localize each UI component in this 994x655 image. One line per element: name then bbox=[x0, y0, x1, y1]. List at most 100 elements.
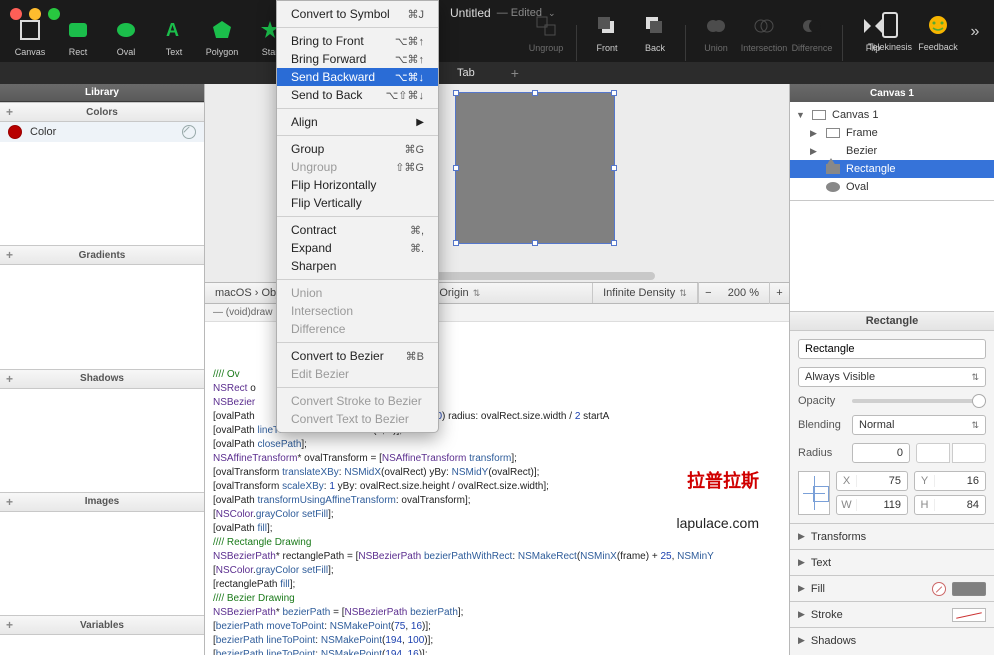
section-text[interactable]: ▶Text bbox=[790, 549, 994, 575]
tree-row-canvas[interactable]: ▼Canvas 1 bbox=[790, 106, 994, 124]
section-fill[interactable]: ▶Fill bbox=[790, 575, 994, 601]
inspector-header: Rectangle bbox=[790, 311, 994, 331]
no-fill-icon[interactable] bbox=[932, 582, 946, 596]
section-gradients[interactable]: +Gradients bbox=[0, 245, 204, 265]
density-selector[interactable]: Infinite Density⇅ bbox=[593, 283, 698, 303]
section-shadows[interactable]: +Shadows bbox=[0, 369, 204, 389]
watermark: 拉普拉斯 lapulace.com bbox=[677, 446, 760, 558]
radius-row: Radius 0 bbox=[798, 443, 986, 463]
tree-row-bezier[interactable]: ▶Bezier bbox=[790, 142, 994, 160]
tool-text[interactable]: A Text bbox=[152, 17, 196, 57]
menu-item[interactable]: Convert to Bezier⌘B bbox=[277, 347, 438, 365]
toolbar-overflow[interactable]: » bbox=[964, 19, 986, 45]
resize-handle[interactable] bbox=[453, 240, 459, 246]
tool-feedback[interactable]: Feedback bbox=[916, 12, 960, 52]
menu-item[interactable]: Sharpen bbox=[277, 257, 438, 275]
zoom-in-button[interactable]: + bbox=[769, 282, 789, 304]
inspector-panel: Canvas 1 ▼Canvas 1 ▶Frame ▶Bezier Rectan… bbox=[789, 84, 994, 655]
tool-rect[interactable]: Rect bbox=[56, 17, 100, 57]
tool-telekinesis[interactable]: Telekinesis bbox=[868, 12, 912, 52]
tool-oval[interactable]: Oval bbox=[104, 17, 148, 57]
zoom-value[interactable]: 200 % bbox=[718, 287, 769, 299]
menu-item: Convert Text to Bezier bbox=[277, 410, 438, 428]
menu-item[interactable]: Send Backward⌥⌘↓ bbox=[277, 68, 438, 86]
add-tab-button[interactable]: + bbox=[493, 62, 537, 84]
menu-item[interactable]: Bring to Front⌥⌘↑ bbox=[277, 32, 438, 50]
intersection-icon bbox=[751, 13, 777, 39]
phone-icon bbox=[877, 12, 903, 38]
corner-btn[interactable] bbox=[952, 443, 986, 463]
menu-item: Edit Bezier bbox=[277, 365, 438, 383]
tab[interactable]: Tab bbox=[439, 62, 493, 84]
menu-item[interactable]: Group⌘G bbox=[277, 140, 438, 158]
tool-difference: Difference bbox=[790, 13, 834, 61]
minimize-button[interactable] bbox=[29, 8, 41, 20]
resize-handle[interactable] bbox=[453, 90, 459, 96]
tool-union: Union bbox=[694, 13, 738, 61]
tree-row-rectangle[interactable]: Rectangle bbox=[790, 160, 994, 178]
selected-rectangle[interactable] bbox=[455, 92, 615, 244]
section-variables[interactable]: +Variables bbox=[0, 615, 204, 635]
resize-handle[interactable] bbox=[611, 90, 617, 96]
tool-front[interactable]: Front bbox=[585, 13, 629, 61]
opacity-row: Opacity bbox=[798, 395, 986, 407]
menu-item[interactable]: Align▶ bbox=[277, 113, 438, 131]
menu-item: Ungroup⇧⌘G bbox=[277, 158, 438, 176]
horizontal-scrollbar[interactable] bbox=[415, 272, 655, 280]
x-input[interactable]: X75 bbox=[836, 471, 908, 491]
fill-swatch[interactable] bbox=[952, 582, 986, 596]
corner-btn[interactable] bbox=[916, 443, 950, 463]
anchor-widget[interactable] bbox=[798, 471, 830, 515]
target-icon[interactable] bbox=[182, 125, 196, 139]
oval-icon bbox=[113, 17, 139, 43]
y-input[interactable]: Y16 bbox=[914, 471, 986, 491]
difference-icon bbox=[799, 13, 825, 39]
menu-item[interactable]: Expand⌘. bbox=[277, 239, 438, 257]
opacity-slider[interactable] bbox=[852, 399, 986, 403]
menu-item[interactable]: Flip Horizontally bbox=[277, 176, 438, 194]
svg-text:A: A bbox=[166, 20, 179, 40]
resize-handle[interactable] bbox=[532, 90, 538, 96]
section-stroke[interactable]: ▶Stroke bbox=[790, 601, 994, 627]
tree-row-frame[interactable]: ▶Frame bbox=[790, 124, 994, 142]
tool-polygon[interactable]: Polygon bbox=[200, 17, 244, 57]
resize-handle[interactable] bbox=[453, 165, 459, 171]
feedback-icon bbox=[925, 12, 951, 38]
section-transforms[interactable]: ▶Transforms bbox=[790, 523, 994, 549]
tool-back[interactable]: Back bbox=[633, 13, 677, 61]
shape-name-input[interactable] bbox=[798, 339, 986, 359]
tool-intersection: Intersection bbox=[742, 13, 786, 61]
color-item[interactable]: Color bbox=[0, 122, 204, 142]
blending-select[interactable]: Normal⇅ bbox=[852, 415, 986, 435]
menu-item[interactable]: Flip Vertically bbox=[277, 194, 438, 212]
maximize-button[interactable] bbox=[48, 8, 60, 20]
canvas-icon bbox=[17, 17, 43, 43]
menu-item[interactable]: Contract⌘, bbox=[277, 221, 438, 239]
menu-item[interactable]: Send to Back⌥⇧⌘↓ bbox=[277, 86, 438, 104]
resize-handle[interactable] bbox=[611, 165, 617, 171]
menu-item: Convert Stroke to Bezier bbox=[277, 392, 438, 410]
section-colors[interactable]: +Colors bbox=[0, 102, 204, 122]
section-images[interactable]: +Images bbox=[0, 492, 204, 512]
frame-icon bbox=[826, 128, 840, 138]
section-shadows[interactable]: ▶Shadows bbox=[790, 627, 994, 653]
library-panel: Library +Colors Color +Gradients +Shadow… bbox=[0, 84, 205, 655]
h-input[interactable]: H84 bbox=[914, 495, 986, 515]
bezier-icon bbox=[826, 146, 840, 156]
zoom-out-button[interactable]: − bbox=[698, 282, 718, 304]
resize-handle[interactable] bbox=[532, 240, 538, 246]
union-icon bbox=[703, 13, 729, 39]
visibility-select[interactable]: Always Visible⇅ bbox=[798, 367, 986, 387]
close-button[interactable] bbox=[10, 8, 22, 20]
text-icon: A bbox=[161, 17, 187, 43]
blending-row: Blending Normal⇅ bbox=[798, 415, 986, 435]
stroke-swatch[interactable] bbox=[952, 608, 986, 622]
radius-input[interactable]: 0 bbox=[852, 443, 910, 463]
tree-row-oval[interactable]: Oval bbox=[790, 178, 994, 196]
w-input[interactable]: W119 bbox=[836, 495, 908, 515]
resize-handle[interactable] bbox=[611, 240, 617, 246]
menu-item[interactable]: Convert to Symbol⌘J bbox=[277, 5, 438, 23]
ungroup-icon bbox=[533, 13, 559, 39]
tool-canvas[interactable]: Canvas bbox=[8, 17, 52, 57]
menu-item[interactable]: Bring Forward⌥⌘↑ bbox=[277, 50, 438, 68]
